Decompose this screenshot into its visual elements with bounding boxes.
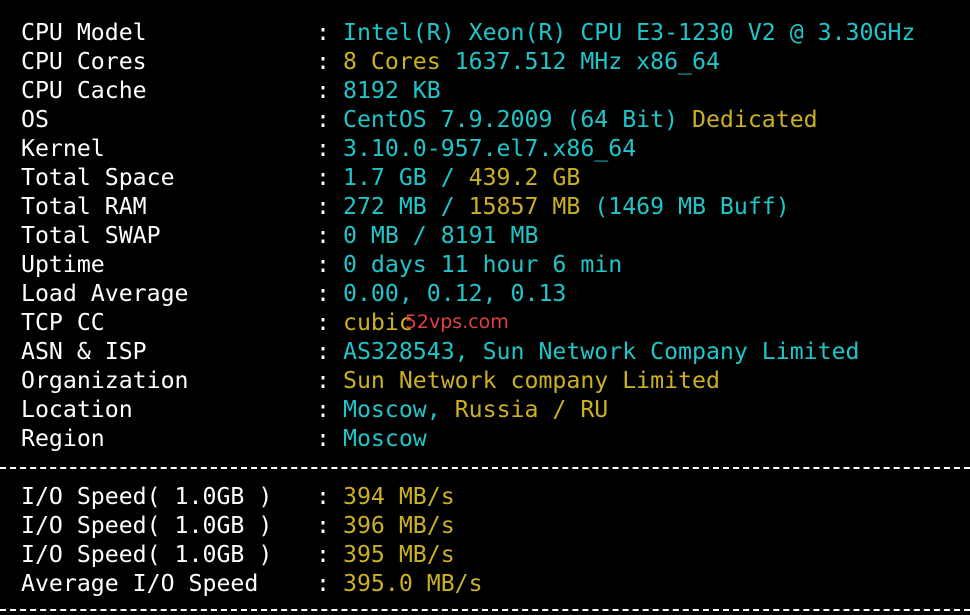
info-label: Location [21,396,133,423]
info-value: 396 MB/s [343,511,455,540]
separator-colon: : [316,193,330,220]
info-label: I/O Speed( 1.0GB ) [21,541,273,568]
info-label: Uptime [21,251,105,278]
info-value: 394 MB/s [343,482,455,511]
info-value: CentOS 7.9.2009 (64 Bit) Dedicated [343,105,818,134]
value-segment: 15857 MB [468,193,581,220]
value-segment: 395.0 MB/s [343,570,483,597]
info-value: 8 Cores 1637.512 MHz x86_64 [343,47,720,76]
value-segment: 8192 KB [343,77,441,104]
separator-colon: : [316,19,330,46]
value-segment: 1.7 GB / [343,164,469,191]
separator-colon: : [316,309,330,336]
value-segment: 394 MB/s [343,483,455,510]
separator-colon: : [316,483,330,510]
separator-colon: : [316,77,330,104]
info-value: 3.10.0-957.el7.x86_64 [343,134,636,163]
info-value: 0 MB / 8191 MB [343,221,538,250]
value-segment: Moscow [343,425,427,452]
separator-colon: : [316,280,330,307]
value-segment: Russia / RU [454,396,609,423]
info-label: OS [21,106,49,133]
separator-colon: : [316,338,330,365]
value-segment: cubic [343,309,413,336]
info-value: Sun Network company Limited [343,366,720,395]
info-value: 272 MB / 15857 MB (1469 MB Buff) [343,192,790,221]
info-value: Moscow [343,424,427,453]
info-value: 0.00, 0.12, 0.13 [343,279,566,308]
value-segment: CentOS 7.9.2009 (64 Bit) [343,106,679,133]
separator-colon: : [316,48,330,75]
value-segment: 395 MB/s [343,541,455,568]
info-label: CPU Model [21,19,147,46]
info-label: TCP CC [21,309,105,336]
value-segment: 1637.512 MHz x86_64 [440,48,720,75]
info-label: I/O Speed( 1.0GB ) [21,512,273,539]
separator-colon: : [316,512,330,539]
value-segment: 0.00, 0.12, 0.13 [343,280,567,307]
value-segment: 272 MB / [343,193,469,220]
info-value: 395.0 MB/s [343,569,483,598]
section-divider [0,467,970,469]
value-segment: 8 Cores [343,48,441,75]
separator-colon: : [316,135,330,162]
value-segment: Moscow, [343,396,455,423]
value-segment: (1469 MB Buff) [580,193,790,220]
info-label: Average I/O Speed [21,570,259,597]
info-label: Total RAM [21,193,147,220]
info-label: Kernel [21,135,105,162]
separator-colon: : [316,367,330,394]
info-value: Moscow, Russia / RU [343,395,608,424]
info-value: 395 MB/s [343,540,455,569]
separator-colon: : [316,570,330,597]
info-label: Total Space [21,164,175,191]
info-value: Intel(R) Xeon(R) CPU E3-1230 V2 @ 3.30GH… [343,18,915,47]
separator-colon: : [316,251,330,278]
value-segment: 3.10.0-957.el7.x86_64 [343,135,637,162]
terminal-window: CPU Model: Intel(R) Xeon(R) CPU E3-1230 V… [0,0,970,615]
info-label: Organization [21,367,189,394]
info-value: 1.7 GB / 439.2 GB [343,163,580,192]
info-label: Total SWAP [21,222,161,249]
separator-colon: : [316,222,330,249]
separator-colon: : [316,396,330,423]
info-value: AS328543, Sun Network Company Limited [343,337,860,366]
info-label: Load Average [21,280,189,307]
separator-colon: : [316,106,330,133]
separator-colon: : [316,425,330,452]
separator-colon: : [316,164,330,191]
info-label: I/O Speed( 1.0GB ) [21,483,273,510]
separator-colon: : [316,541,330,568]
value-segment: 0 days 11 hour 6 min [343,251,623,278]
section-divider-bottom [0,609,970,611]
value-segment: 439.2 GB [468,164,581,191]
value-segment: Dedicated [678,106,818,133]
info-label: CPU Cache [21,77,147,104]
value-segment: 396 MB/s [343,512,455,539]
info-value: 8192 KB [343,76,441,105]
info-label: ASN & ISP [21,338,147,365]
value-segment: AS328543, Sun Network Company Limited [343,338,860,365]
value-segment: Sun Network company Limited [343,367,720,394]
watermark: 52vps.com [404,311,509,333]
value-segment: 0 MB / 8191 MB [343,222,539,249]
info-value: cubic52vps.com [343,308,517,339]
value-segment: Intel(R) Xeon(R) CPU E3-1230 V2 @ 3.30GH… [343,19,916,46]
info-label: CPU Cores [21,48,147,75]
info-value: 0 days 11 hour 6 min [343,250,622,279]
info-label: Region [21,425,105,452]
